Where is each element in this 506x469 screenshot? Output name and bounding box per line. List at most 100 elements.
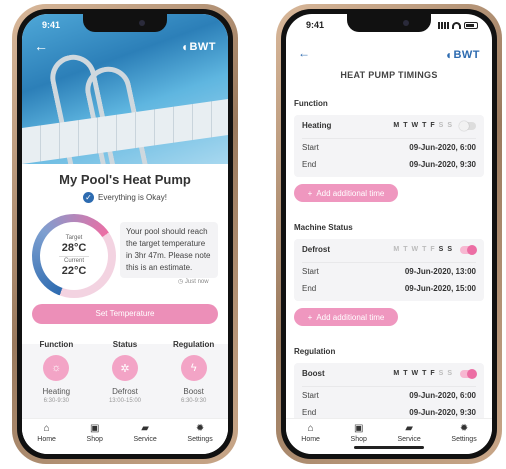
current-value: 22°C	[61, 264, 87, 277]
pool-hero-image	[22, 14, 228, 164]
regulation-column[interactable]: Regulation ϟ Boost 6:30-9:30	[163, 340, 225, 404]
timing-header: Defrost MTWTFSS	[302, 244, 477, 255]
sun-icon: ☼	[43, 355, 70, 381]
tab-home[interactable]: ⌂ Home	[37, 424, 56, 454]
drop-icon: ◖	[180, 40, 189, 54]
chat-icon: ▰	[141, 423, 149, 434]
bolt-icon: ϟ	[180, 355, 207, 381]
divider	[302, 386, 476, 387]
day-toggle[interactable]: T	[403, 246, 408, 253]
end-row[interactable]: End 09-Jun-2020, 15:00	[302, 284, 476, 293]
temperature-gauge: Target 28°C Current 22°C	[32, 214, 116, 298]
day-selector[interactable]: MTWTFSS	[393, 244, 477, 255]
screen-right: 9:41 ← ◖ BWT HEAT PUMP TIMINGS Function …	[286, 14, 492, 454]
schedule-toggle[interactable]	[460, 244, 477, 255]
add-time-button[interactable]: + Add additional time	[294, 184, 398, 202]
phone-bezel: 9:41 ← ◖ BWT My Pool's Heat Pump ✓ Every…	[17, 9, 233, 459]
schedule-toggle[interactable]	[459, 120, 476, 131]
check-icon: ✓	[83, 192, 95, 203]
day-toggle[interactable]: S	[439, 122, 445, 129]
day-toggle[interactable]: S	[447, 122, 453, 129]
phone-bezel: 9:41 ← ◖ BWT HEAT PUMP TIMINGS Function …	[281, 9, 497, 459]
target-label: Target	[65, 234, 83, 241]
start-row[interactable]: Start 09-Jun-2020, 6:00	[302, 391, 476, 400]
day-toggle[interactable]: T	[403, 370, 408, 377]
day-toggle[interactable]: S	[447, 246, 453, 253]
status-line: ✓ Everything is Okay!	[22, 192, 228, 203]
tab-bar: ⌂ Home ▣ Shop ▰ Service ✹ Settings	[22, 418, 228, 454]
tab-service[interactable]: ▰ Service	[397, 424, 420, 454]
timing-header: Boost MTWTFSS	[302, 368, 477, 379]
tab-home[interactable]: ⌂ Home	[301, 424, 320, 454]
day-toggle[interactable]: S	[439, 246, 445, 253]
day-toggle[interactable]: T	[422, 246, 427, 253]
status-message: Everything is Okay!	[98, 193, 167, 202]
gear-icon: ✹	[195, 423, 205, 434]
day-toggle[interactable]: F	[430, 122, 435, 129]
battery-icon	[464, 21, 478, 29]
day-toggle[interactable]: S	[439, 370, 445, 377]
screen-left: 9:41 ← ◖ BWT My Pool's Heat Pump ✓ Every…	[22, 14, 228, 454]
day-toggle[interactable]: W	[411, 122, 419, 129]
status-column[interactable]: Status ✲ Defrost 13:00-15:00	[94, 340, 156, 404]
start-row[interactable]: Start 09-Jun-2020, 6:00	[302, 143, 476, 152]
tab-shop[interactable]: ▣ Shop	[87, 424, 103, 454]
tab-settings[interactable]: ✹ Settings	[451, 424, 476, 454]
day-toggle[interactable]: T	[422, 370, 427, 377]
day-toggle[interactable]: T	[422, 122, 427, 129]
signal-icon	[438, 21, 449, 29]
shop-icon: ▣	[354, 423, 364, 434]
gauge-center: Target 28°C Current 22°C	[40, 222, 108, 290]
function-column[interactable]: Function ☼ Heating 6:30-9:30	[25, 340, 87, 404]
clock-icon: ◷	[178, 279, 184, 285]
day-toggle[interactable]: M	[393, 246, 400, 253]
status-time: 9:41	[42, 20, 61, 30]
current-label: Current	[63, 257, 84, 264]
timing-header: Heating MTWTFSS	[302, 120, 476, 131]
chat-icon: ▰	[405, 423, 413, 434]
day-toggle[interactable]: M	[393, 122, 400, 129]
target-value: 28°C	[61, 241, 87, 254]
status-bar: 9:41	[286, 14, 492, 36]
end-row[interactable]: End 09-Jun-2020, 9:30	[302, 408, 476, 417]
status-bar: 9:41	[22, 14, 228, 36]
day-toggle[interactable]: S	[447, 370, 453, 377]
day-toggle[interactable]: W	[411, 246, 419, 253]
day-toggle[interactable]: W	[411, 370, 419, 377]
phone-left: 9:41 ← ◖ BWT My Pool's Heat Pump ✓ Every…	[12, 4, 238, 464]
day-selector[interactable]: MTWTFSS	[393, 368, 477, 379]
day-toggle[interactable]: T	[403, 122, 408, 129]
plus-icon: +	[307, 188, 313, 198]
back-arrow-icon[interactable]: ←	[298, 46, 310, 60]
day-toggle[interactable]: F	[430, 246, 435, 253]
day-selector[interactable]: MTWTFSS	[393, 120, 476, 131]
mode-columns: Function ☼ Heating 6:30-9:30 Status ✲ De…	[22, 340, 228, 404]
divider	[302, 262, 476, 263]
home-icon: ⌂	[307, 423, 314, 434]
status-icons	[438, 21, 478, 29]
set-temperature-button[interactable]: Set Temperature	[32, 304, 218, 324]
divider	[302, 138, 476, 139]
section-heading: Function	[294, 99, 328, 108]
tab-shop[interactable]: ▣ Shop	[351, 424, 367, 454]
plus-icon: +	[307, 312, 313, 322]
bwt-logo: ◖ BWT	[180, 40, 216, 54]
tab-service[interactable]: ▰ Service	[133, 424, 156, 454]
start-row[interactable]: Start 09-Jun-2020, 13:00	[302, 267, 476, 276]
tab-settings[interactable]: ✹ Settings	[187, 424, 212, 454]
schedule-toggle[interactable]	[460, 368, 477, 379]
shop-icon: ▣	[90, 423, 100, 434]
wifi-icon	[452, 21, 461, 29]
bwt-logo: ◖ BWT	[444, 48, 480, 62]
end-row[interactable]: End 09-Jun-2020, 9:30	[302, 160, 476, 169]
day-toggle[interactable]: F	[430, 370, 435, 377]
page-title: My Pool's Heat Pump	[59, 172, 191, 187]
last-updated: ◷ Just now	[178, 279, 209, 285]
drop-icon: ◖	[444, 48, 453, 62]
snowflake-icon: ✲	[111, 355, 138, 381]
home-indicator	[354, 446, 424, 449]
add-time-button[interactable]: + Add additional time	[294, 308, 398, 326]
back-arrow-icon[interactable]: ←	[34, 38, 48, 54]
day-toggle[interactable]: M	[393, 370, 400, 377]
gear-icon: ✹	[459, 423, 469, 434]
